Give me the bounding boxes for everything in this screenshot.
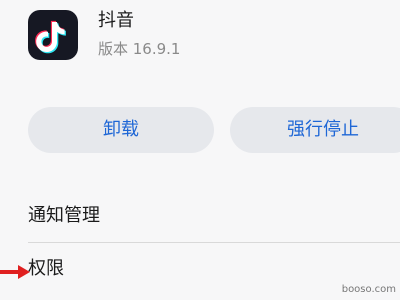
app-name: 抖音 <box>98 10 134 31</box>
app-header: 抖音 版本 16.9.1 <box>28 8 388 68</box>
list-item-label: 权限 <box>28 258 64 279</box>
app-version: 版本 16.9.1 <box>98 40 181 58</box>
list-item-label: 通知管理 <box>28 205 100 226</box>
app-actions: 卸载 强行停止 <box>28 107 400 153</box>
annotation-arrow-icon <box>0 265 30 279</box>
settings-list: 通知管理 权限 <box>28 190 400 295</box>
watermark: booso.com <box>341 284 396 295</box>
uninstall-button[interactable]: 卸载 <box>28 107 214 153</box>
tiktok-app-icon <box>28 10 78 60</box>
force-stop-button[interactable]: 强行停止 <box>230 107 400 153</box>
list-item-notification-management[interactable]: 通知管理 <box>28 190 400 242</box>
